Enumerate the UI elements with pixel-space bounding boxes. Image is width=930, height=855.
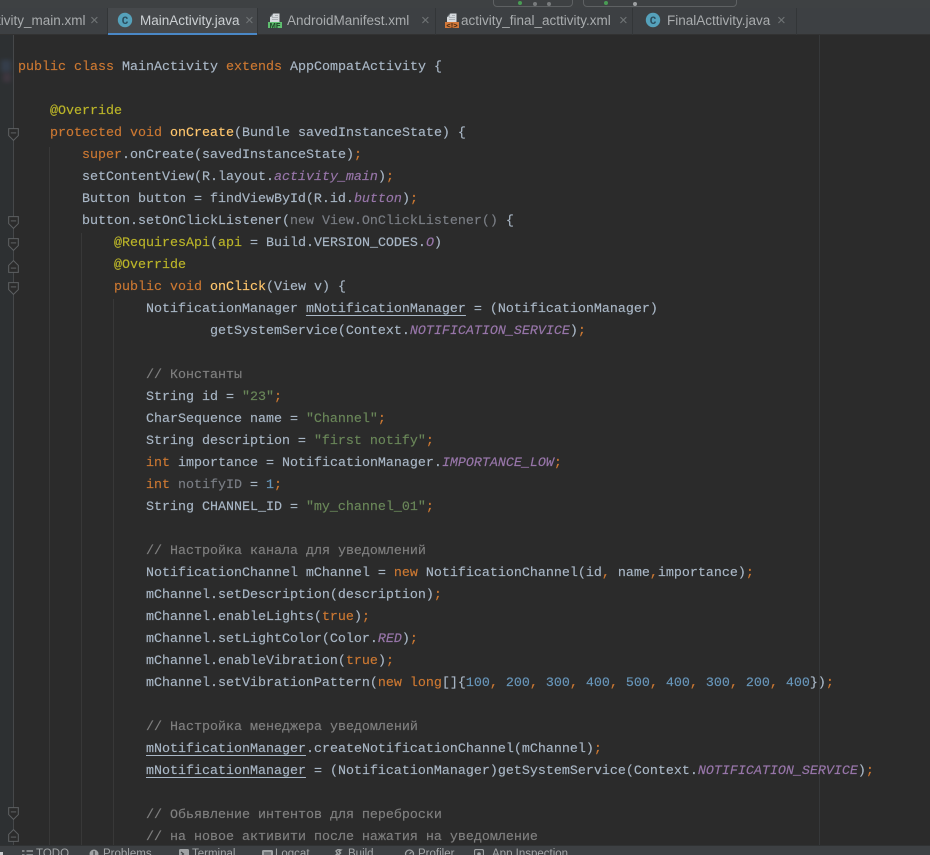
svg-text:<!>: <!> xyxy=(446,21,458,28)
svg-text:C: C xyxy=(650,16,657,28)
svg-text:MF: MF xyxy=(270,21,281,28)
svg-text:C: C xyxy=(122,16,129,28)
